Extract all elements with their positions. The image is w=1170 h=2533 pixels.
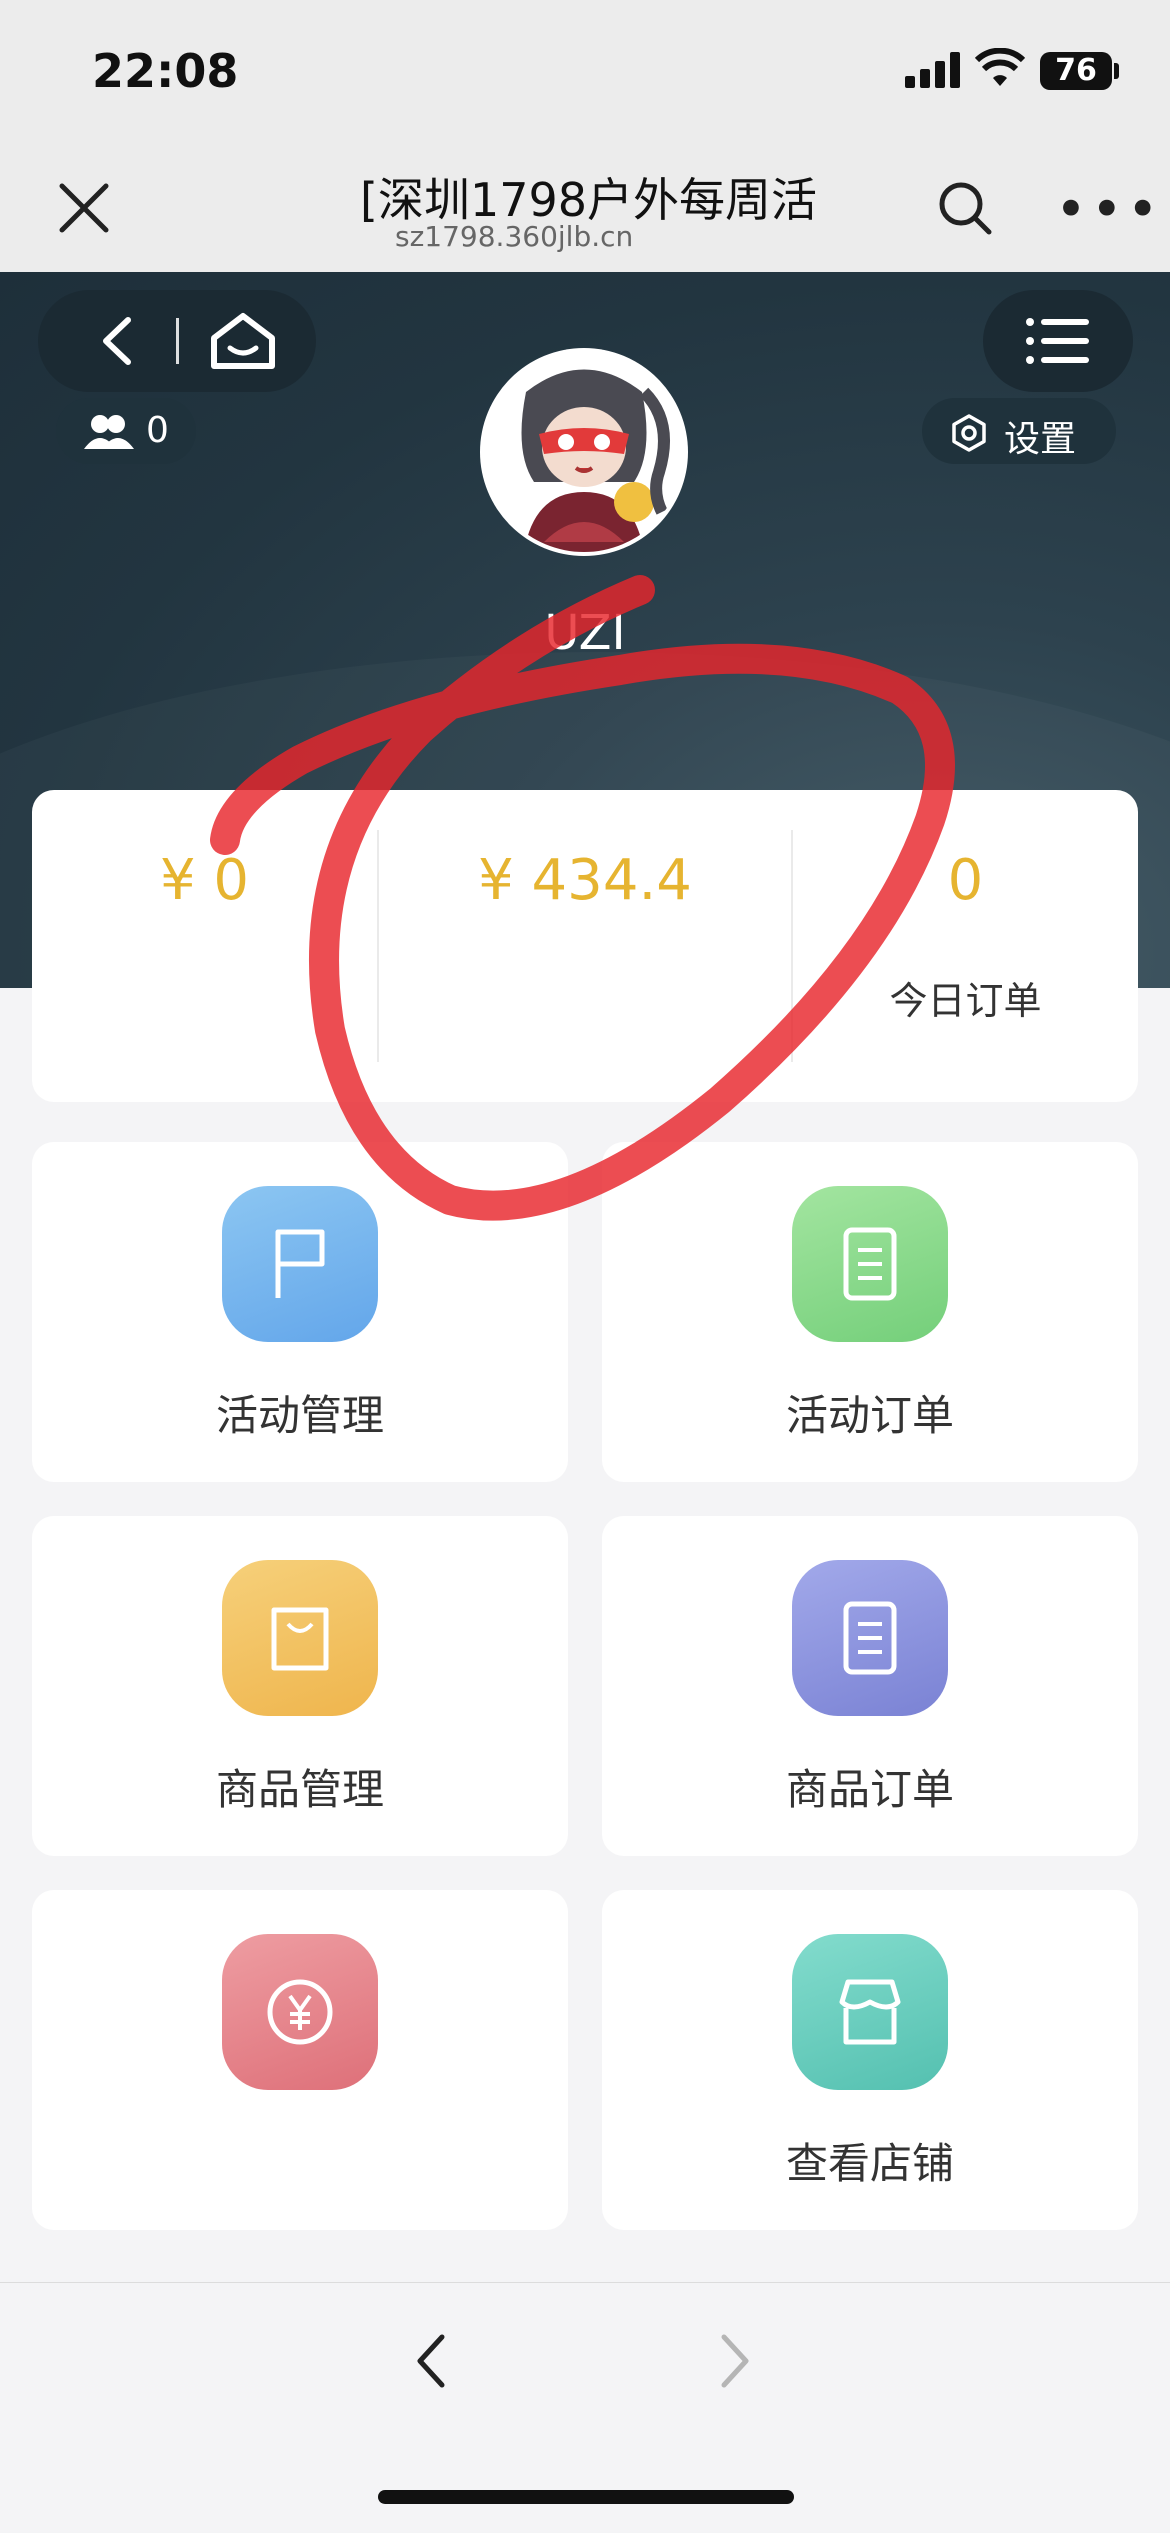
tile-label: 查看店铺 [785, 2139, 954, 2188]
tile-label: 商品订单 [785, 1765, 954, 1814]
stat-value: ¥ 434.4 [478, 848, 692, 913]
browser-navbar: [深圳1798户外每周活 sz1798.360jlb.cn ••• [0, 140, 1170, 273]
stat-label: 今日订单 [889, 979, 1042, 1023]
shopping-bag-icon [222, 1560, 378, 1716]
avatar-image [484, 352, 684, 552]
stat-value: ¥ 0 [159, 848, 250, 913]
users-icon [84, 415, 134, 449]
yen-icon [222, 1934, 378, 2090]
username: UZI [544, 605, 626, 661]
stat-income[interactable]: ¥ 434.4 [379, 790, 791, 1102]
tile-product-orders[interactable]: 商品订单 [602, 1516, 1138, 1856]
stat-today-orders[interactable]: 0 今日订单 [793, 790, 1138, 1102]
tile-label: 活动管理 [215, 1391, 384, 1440]
more-options-icon[interactable]: ••• [1055, 183, 1163, 237]
tile-view-store[interactable]: 查看店铺 [602, 1890, 1138, 2230]
tile-activity-orders[interactable]: 活动订单 [602, 1142, 1138, 1482]
pill-divider [176, 318, 179, 364]
document-icon [792, 1186, 948, 1342]
back-icon[interactable] [98, 316, 138, 366]
followers-badge[interactable]: 0 [56, 398, 196, 464]
battery-indicator: 76 [1040, 52, 1112, 90]
tile-finance[interactable] [32, 1890, 568, 2230]
back-arrow-icon[interactable] [410, 2331, 450, 2391]
store-icon [792, 1934, 948, 2090]
signal-icon [905, 52, 960, 88]
stat-value: 0 [947, 848, 984, 913]
list-menu-icon [1026, 318, 1089, 364]
wifi-icon [975, 48, 1025, 86]
home-indicator [378, 2490, 794, 2504]
tile-product-management[interactable]: 商品管理 [32, 1516, 568, 1856]
status-time: 22:08 [92, 44, 239, 98]
followers-count: 0 [146, 410, 169, 451]
settings-button[interactable]: 设置 [922, 398, 1116, 464]
menu-button[interactable] [983, 290, 1133, 392]
avatar[interactable] [484, 352, 684, 552]
flag-icon [222, 1186, 378, 1342]
back-home-pill [38, 290, 316, 392]
page-url: sz1798.360jlb.cn [395, 220, 634, 253]
stat-balance[interactable]: ¥ 0 [32, 790, 377, 1102]
search-icon[interactable] [937, 180, 993, 236]
battery-tip [1114, 63, 1119, 79]
home-icon[interactable] [208, 312, 278, 370]
settings-icon [952, 414, 986, 452]
close-icon[interactable] [56, 180, 112, 236]
document-icon [792, 1560, 948, 1716]
forward-arrow-icon[interactable] [716, 2331, 756, 2391]
tile-label: 商品管理 [215, 1765, 384, 1814]
tile-label: 活动订单 [785, 1391, 954, 1440]
settings-label: 设置 [1004, 419, 1077, 460]
stats-card: ¥ 0 ¥ 434.4 0 今日订单 [32, 790, 1138, 1102]
status-bar: 22:08 76 [0, 0, 1170, 140]
tile-activity-management[interactable]: 活动管理 [32, 1142, 568, 1482]
